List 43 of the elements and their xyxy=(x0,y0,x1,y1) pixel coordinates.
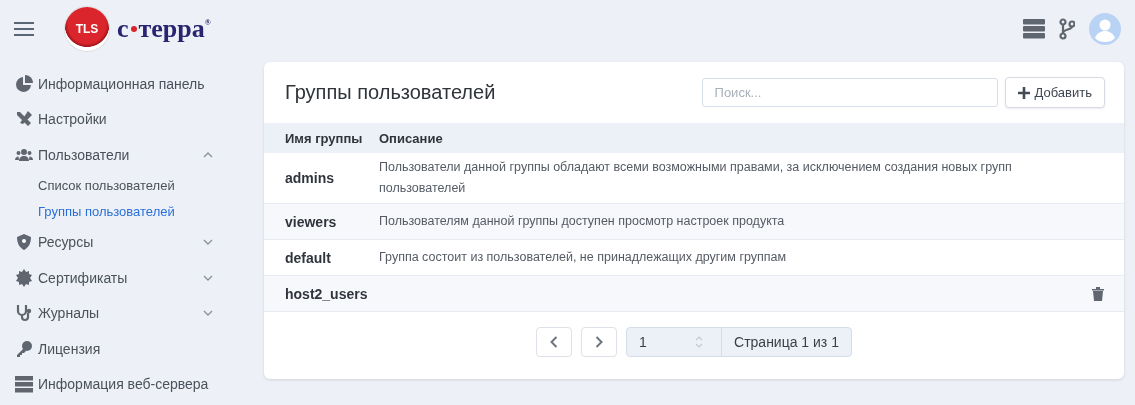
sidebar-subitem[interactable]: Группы пользователей xyxy=(15,198,175,225)
server-icon[interactable] xyxy=(1023,19,1045,39)
key-icon xyxy=(15,339,33,358)
sidebar-item[interactable]: Ресурсы xyxy=(15,224,250,260)
table-cell-text: Пользователи данной группы обладают всеми возможными правами, за исключением создания новых групп пользователей xyxy=(379,159,1013,197)
stetho-icon xyxy=(15,304,33,323)
sidebar-item[interactable]: Пользователи xyxy=(15,137,250,173)
column-header[interactable]: Имя группы xyxy=(264,130,379,146)
sidebar-subitem[interactable]: Список пользователей xyxy=(15,172,175,199)
logo-badge: TLS xyxy=(65,7,109,51)
branch-icon[interactable] xyxy=(1059,18,1075,40)
page-number-field[interactable]: 1 xyxy=(627,328,723,356)
cert-icon xyxy=(15,268,33,287)
chevron-right-icon xyxy=(595,336,604,348)
sidebar-item[interactable]: Информационная панель xyxy=(15,66,250,102)
table-cell-text: host2_users xyxy=(284,285,369,302)
sidebar-item[interactable]: Журналы xyxy=(15,295,250,331)
shield-icon xyxy=(15,233,33,252)
pie-icon xyxy=(15,74,33,93)
plus-icon xyxy=(1017,86,1030,99)
table-cell-text: default xyxy=(284,249,332,266)
sidebar-item[interactable]: Информация веб-сервера xyxy=(15,366,250,402)
table-cell-text: viewers xyxy=(284,213,338,230)
search-field[interactable]: Поиск... xyxy=(701,78,998,107)
menu-icon[interactable] xyxy=(14,22,34,36)
table-cell-text: admins xyxy=(284,170,335,186)
table-cell-text: Группа состоит из пользователей, не принадлежащих другим группам xyxy=(379,249,788,266)
spinner-icon xyxy=(694,335,705,349)
sidebar-item[interactable]: Настройки xyxy=(15,101,250,137)
logo-name: с терра$^{®}$ xyxy=(117,14,211,44)
sidebar-item[interactable]: Лицензия xyxy=(15,331,250,367)
page-label: Страница 1 из 1 xyxy=(733,334,840,350)
trash-icon[interactable] xyxy=(1092,286,1104,301)
table-row[interactable]: viewers Пользователям данной группы доступен просмотр настроек продукта xyxy=(264,204,1124,240)
tools-icon xyxy=(15,110,33,129)
server-icon xyxy=(15,375,33,394)
add-button[interactable]: Добавить xyxy=(1004,77,1105,108)
sidebar-item[interactable]: Сертификаты xyxy=(15,260,250,296)
table-row[interactable]: host2_users xyxy=(264,276,1124,312)
table-cell-text: Пользователям данной группы доступен просмотр настроек продукта xyxy=(379,213,786,230)
chevron-left-icon xyxy=(550,336,559,348)
column-header[interactable]: Описание xyxy=(379,130,1124,146)
page-title: Группы пользователей xyxy=(285,81,496,104)
